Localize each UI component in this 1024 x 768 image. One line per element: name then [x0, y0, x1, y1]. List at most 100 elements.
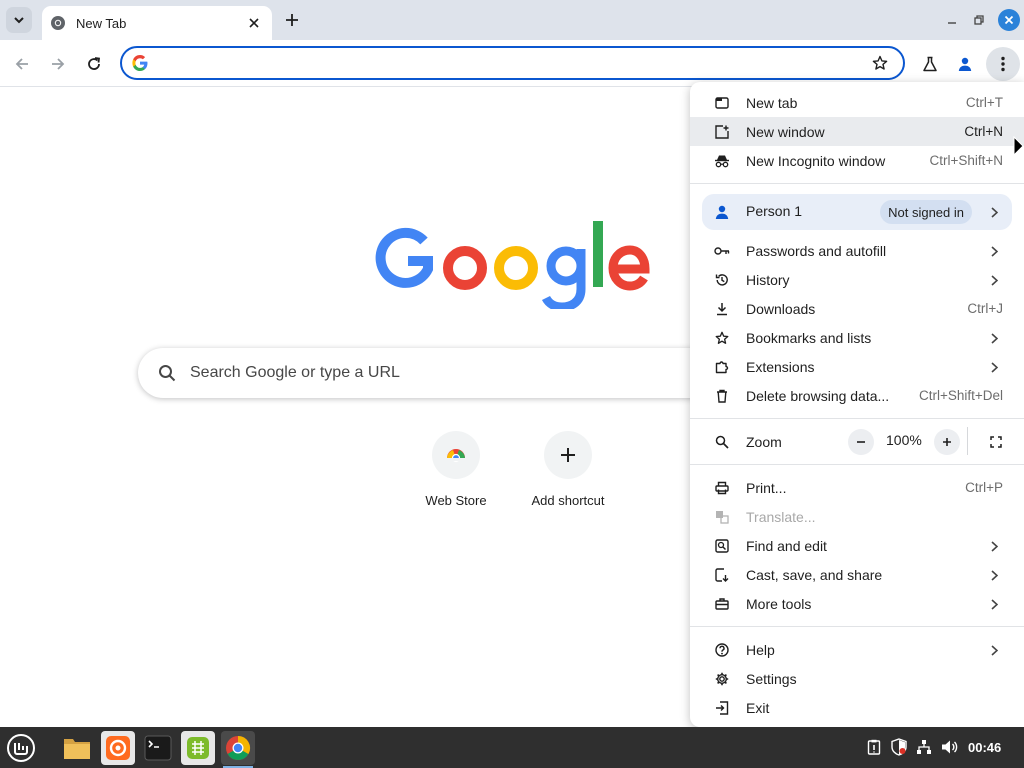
flask-icon — [923, 56, 937, 72]
menu-item-settings[interactable]: Settings — [690, 664, 1024, 693]
tab-search-button[interactable] — [6, 7, 32, 33]
menu-item-new-tab[interactable]: New tab Ctrl+T — [690, 88, 1024, 117]
zoom-out-button[interactable] — [848, 429, 874, 455]
search-icon — [159, 365, 176, 382]
shortcut-tile — [544, 431, 592, 479]
menu-item-shortcut: Ctrl+N — [964, 124, 1003, 139]
menu-separator — [690, 626, 1024, 627]
tab-title: New Tab — [76, 15, 127, 31]
address-bar[interactable] — [120, 46, 905, 80]
minimize-icon — [948, 22, 956, 24]
zoom-in-button[interactable] — [934, 429, 960, 455]
tab-new-tab[interactable]: New Tab — [42, 6, 272, 40]
spreadsheet-icon — [187, 737, 209, 759]
fullscreen-button[interactable] — [983, 429, 1009, 455]
close-icon — [1004, 15, 1014, 25]
menu-item-bookmarks-and-lists[interactable]: Bookmarks and lists — [690, 323, 1024, 352]
help-icon — [714, 642, 730, 658]
translate-icon — [714, 509, 730, 525]
menu-item-label: History — [746, 271, 790, 288]
mouse-cursor-icon — [1013, 136, 1024, 156]
tab-close-button[interactable] — [244, 13, 264, 33]
fullscreen-icon — [990, 436, 1002, 448]
shortcut-label: Web Store — [425, 493, 487, 508]
menu-item-downloads[interactable]: Downloads Ctrl+J — [690, 294, 1024, 323]
chrome-menu-button[interactable] — [986, 47, 1020, 81]
browser-toolbar — [0, 40, 1024, 87]
menu-item-cast-save-share[interactable]: Cast, save, and share — [690, 560, 1024, 589]
menu-item-label: Help — [746, 641, 775, 658]
shield-tray-icon[interactable] — [889, 737, 909, 757]
restore-icon — [974, 15, 984, 25]
zoom-icon — [714, 434, 730, 450]
menu-item-extensions[interactable]: Extensions — [690, 352, 1024, 381]
network-tray-icon[interactable] — [914, 737, 934, 757]
profile-button[interactable] — [951, 50, 979, 78]
menu-item-label: Delete browsing data... — [746, 387, 890, 404]
chevron-right-icon — [988, 205, 1000, 219]
chrome-labs-button[interactable] — [916, 50, 944, 78]
menu-item-label: New tab — [746, 94, 798, 111]
menu-item-label: Passwords and autofill — [746, 242, 887, 259]
maximize-window-button[interactable] — [969, 10, 989, 30]
menu-item-print[interactable]: Print... Ctrl+P — [690, 473, 1024, 502]
mint-menu-button[interactable] — [4, 731, 38, 765]
zoom-level: 100% — [886, 432, 922, 448]
minimize-window-button[interactable] — [942, 10, 962, 30]
close-icon — [249, 18, 259, 28]
volume-tray-icon[interactable] — [940, 737, 960, 757]
forward-button[interactable] — [44, 50, 72, 78]
new-tab-button[interactable] — [280, 8, 304, 32]
menu-item-label: New window — [746, 123, 825, 140]
gear-icon — [714, 671, 730, 687]
terminal-icon — [144, 735, 172, 761]
address-input[interactable] — [158, 49, 867, 77]
menu-item-help[interactable]: Help — [690, 635, 1024, 664]
tab-strip: New Tab — [0, 0, 1024, 40]
menu-item-more-tools[interactable]: More tools — [690, 589, 1024, 618]
chevron-right-icon — [988, 568, 1000, 582]
back-button[interactable] — [8, 50, 36, 78]
shortcut-add[interactable]: Add shortcut — [518, 431, 618, 508]
chrome-app-menu: New tab Ctrl+T New window Ctrl+N New Inc… — [690, 82, 1024, 727]
history-icon — [714, 272, 730, 288]
plus-icon — [286, 14, 298, 26]
new-tab-icon — [714, 95, 730, 111]
menu-item-shortcut: Ctrl+J — [967, 301, 1003, 316]
shortcut-web-store[interactable]: Web Store — [406, 431, 506, 508]
star-icon — [872, 55, 888, 70]
arrow-left-icon — [15, 58, 28, 70]
menu-item-new-window[interactable]: New window Ctrl+N — [690, 117, 1024, 146]
menu-item-shortcut: Ctrl+Shift+Del — [918, 388, 1003, 403]
taskbar-spreadsheet-button[interactable] — [181, 731, 215, 765]
person-icon — [958, 57, 972, 71]
taskbar-firefox-button[interactable] — [101, 731, 135, 765]
plus-icon — [561, 448, 575, 462]
menu-item-new-incognito-window[interactable]: New Incognito window Ctrl+Shift+N — [690, 146, 1024, 175]
menu-item-shortcut: Ctrl+P — [965, 480, 1003, 495]
menu-profile-row[interactable]: Person 1 Not signed in — [702, 194, 1012, 230]
menu-item-exit[interactable]: Exit — [690, 693, 1024, 722]
bookmark-star-button[interactable] — [867, 50, 893, 76]
google-g-icon — [130, 53, 150, 73]
menu-item-passwords-and-autofill[interactable]: Passwords and autofill — [690, 236, 1024, 265]
chevron-right-icon — [988, 273, 1000, 287]
chrome-icon — [226, 736, 251, 761]
toolbox-icon — [714, 596, 730, 612]
ntp-search-box[interactable]: Search Google or type a URL — [138, 348, 758, 398]
reload-button[interactable] — [80, 50, 108, 78]
taskbar-terminal-button[interactable] — [141, 731, 175, 765]
taskbar-files-button[interactable] — [60, 731, 94, 765]
menu-item-delete-browsing-data[interactable]: Delete browsing data... Ctrl+Shift+Del — [690, 381, 1024, 410]
close-window-button[interactable] — [998, 9, 1020, 31]
find-icon — [714, 538, 730, 554]
menu-separator — [690, 183, 1024, 184]
menu-item-history[interactable]: History — [690, 265, 1024, 294]
menu-item-translate: Translate... — [690, 502, 1024, 531]
menu-item-find-and-edit[interactable]: Find and edit — [690, 531, 1024, 560]
taskbar-chrome-button[interactable] — [221, 731, 255, 768]
sign-in-status-badge: Not signed in — [880, 200, 972, 224]
clipboard-tray-icon[interactable] — [864, 737, 884, 757]
trash-icon — [714, 388, 730, 404]
taskbar-clock[interactable]: 00:46 — [968, 740, 1001, 755]
